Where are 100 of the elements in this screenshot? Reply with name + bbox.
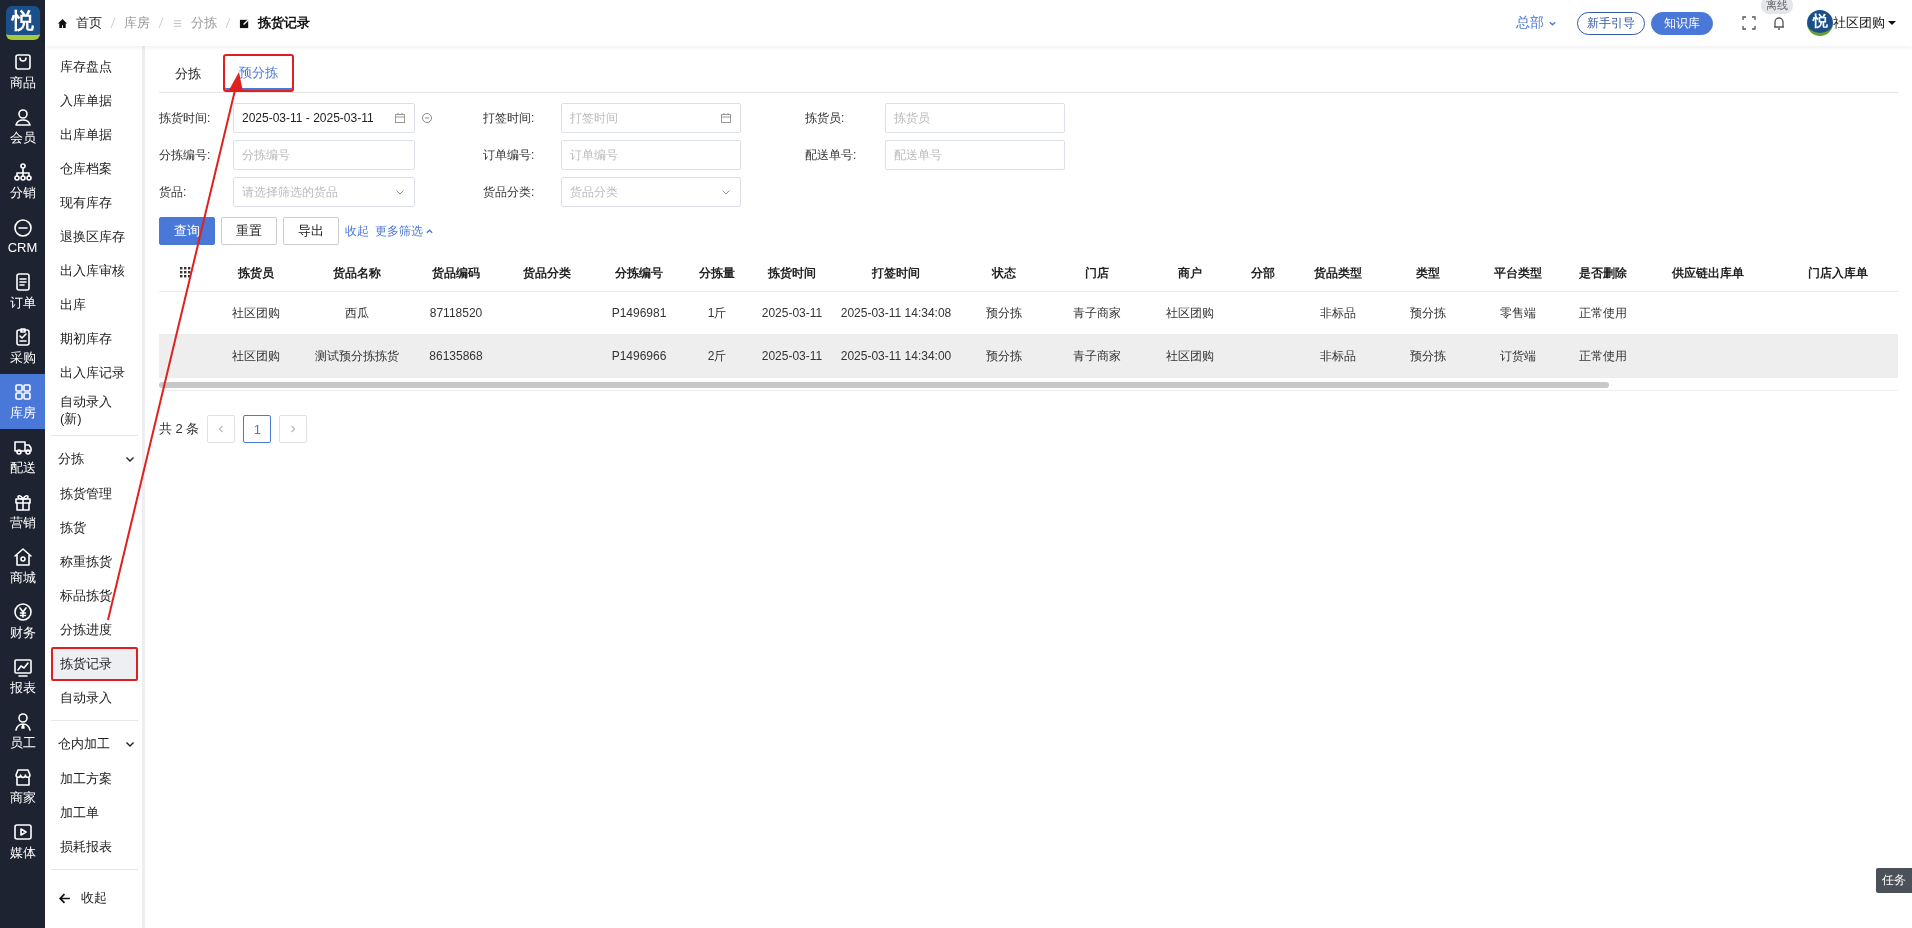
table-cell-text: 预分拣 (985, 304, 1023, 322)
nav-icon (12, 821, 33, 842)
sidebar-group[interactable]: 分拣 (51, 441, 138, 477)
nav-rail-item[interactable]: 采购 (0, 319, 45, 374)
sidebar-item[interactable]: 现有库存 (51, 186, 138, 220)
table-cell-text: 测试预分拣拣货 (314, 347, 400, 365)
sidebar-item[interactable]: 自动录入 (51, 681, 138, 715)
nav-rail-item[interactable]: 分销 (0, 154, 45, 209)
input-field[interactable]: 拣货员 (885, 103, 1065, 133)
nav-rail-item[interactable]: 商家 (0, 759, 45, 814)
input-field[interactable]: 配送单号 (885, 140, 1065, 170)
sidebar-item[interactable]: 拣货管理 (51, 477, 138, 511)
sidebar-item[interactable]: 分拣进度 (51, 613, 138, 647)
user-menu[interactable]: 社区团购 (1833, 14, 1896, 32)
nav-rail-item[interactable]: 商品 (0, 44, 45, 99)
sidebar-item[interactable]: 期初库存 (51, 322, 138, 356)
knowledge-base-button[interactable]: 知识库 (1651, 11, 1713, 35)
sidebar-item[interactable]: 自动录入(新) (51, 390, 138, 430)
nav-rail-item[interactable]: 营销 (0, 484, 45, 539)
page-button[interactable]: 1 (243, 415, 272, 443)
action-button[interactable]: 导出 (283, 217, 339, 245)
column-header: 分拣量 (698, 264, 736, 282)
nav-rail-item[interactable]: 会员 (0, 99, 45, 154)
action-button[interactable]: 查询 (159, 217, 215, 245)
nav-rail-item[interactable]: 员工 (0, 704, 45, 759)
filter-label: 订单编号: (483, 146, 536, 164)
nav-rail-item[interactable]: 报表 (0, 649, 45, 704)
input-field[interactable]: 分拣编号 (233, 140, 415, 170)
table-cell-text: 预分拣 (985, 347, 1023, 365)
tab[interactable]: 分拣 (159, 54, 217, 92)
tab[interactable]: 预分拣 (223, 54, 294, 92)
date-range-field[interactable]: 2025-03-11 - 2025-03-11 (233, 103, 415, 133)
nav-icon (12, 546, 33, 567)
table-cell-text: 87118520 (428, 306, 484, 320)
avatar[interactable]: 悦 (1807, 10, 1833, 36)
select-field[interactable]: 货品分类 (561, 177, 741, 207)
column-header: 状态 (990, 264, 1017, 282)
sidebar-item[interactable]: 加工方案 (51, 762, 138, 796)
date-field[interactable]: 打签时间 (561, 103, 741, 133)
guide-button[interactable]: 新手引导 (1577, 11, 1645, 35)
sidebar-item[interactable]: 出入库审核 (51, 254, 138, 288)
sidebar-item[interactable]: 损耗报表 (51, 830, 138, 864)
table-cell-text: 社区团购 (1165, 347, 1215, 365)
sidebar-item[interactable]: 退换区库存 (51, 220, 138, 254)
nav-rail-item[interactable]: 配送 (0, 429, 45, 484)
table-cell-text: 零售端 (1499, 304, 1537, 322)
collapse-link[interactable]: 收起 (345, 222, 369, 240)
column-header: 门店 (1084, 264, 1110, 282)
logo: 悦 (5, 6, 40, 40)
nav-rail-item[interactable]: 财务 (0, 594, 45, 649)
input-field[interactable]: 订单编号 (561, 140, 741, 170)
column-header: 平台类型 (1493, 264, 1543, 282)
select-field[interactable]: 请选择筛选的货品 (233, 177, 415, 207)
sidebar-item[interactable]: 库存盘点 (51, 50, 138, 84)
action-button[interactable]: 重置 (221, 217, 277, 245)
fullscreen-icon[interactable] (1741, 15, 1757, 31)
nav-rail-item[interactable]: CRM (0, 209, 45, 264)
table-row[interactable]: 社区团购 测试预分拣拣货 86135868 P1496966 2斤 2025-03-11 2025-03-11 14:34:00 预分拣 青子商家 社区团购 非标品 预分拣 订货端 正常使用 (159, 335, 1898, 378)
table-cell-text: 西瓜 (344, 304, 370, 322)
column-header: 货品编码 (431, 264, 481, 282)
sidebar-item[interactable]: 出入库记录 (51, 356, 138, 390)
sidebar-item[interactable]: 仓库档案 (51, 152, 138, 186)
nav-icon (12, 601, 33, 622)
sidebar-item[interactable]: 出库单据 (51, 118, 138, 152)
column-header: 分部 (1250, 264, 1276, 282)
branch-dropdown[interactable]: 总部 (1516, 14, 1557, 32)
scrollbar-thumb[interactable] (159, 382, 1609, 388)
sidebar-item[interactable]: 加工单 (51, 796, 138, 830)
total-count: 共 2 条 (159, 420, 200, 438)
table-cell-text: 非标品 (1319, 347, 1357, 365)
breadcrumb-link[interactable]: 拣货记录 (258, 14, 310, 32)
sidebar-item[interactable]: 拣货 (51, 511, 138, 545)
breadcrumb-link[interactable]: 首页 (76, 14, 102, 32)
task-button[interactable]: 任务 (1876, 868, 1912, 893)
sidebar-item[interactable]: 入库单据 (51, 84, 138, 118)
collapse-button[interactable]: 收起 (51, 875, 138, 921)
nav-rail-item[interactable]: 商城 (0, 539, 45, 594)
nav-icon (12, 161, 33, 182)
table-cell-text: 正常使用 (1578, 347, 1628, 365)
minus-circle-icon[interactable] (421, 112, 433, 124)
nav-rail-item[interactable]: 媒体 (0, 814, 45, 869)
nav-rail-item[interactable]: 库房 (0, 374, 45, 429)
bell-icon[interactable] (1771, 15, 1787, 31)
nav-icon (12, 218, 33, 238)
table-cell-text: 86135868 (428, 349, 484, 363)
column-header: 供应链出库单 (1671, 264, 1745, 282)
sidebar-item[interactable]: 标品拣货 (51, 579, 138, 613)
table-cell-text: 青子商家 (1072, 304, 1122, 322)
more-filters-link[interactable]: 更多筛选 (375, 222, 434, 240)
sidebar-item[interactable]: 出库 (51, 288, 138, 322)
table-cell-text: P1496981 (610, 306, 668, 320)
table-cell-text: 青子商家 (1072, 347, 1122, 365)
column-settings-icon[interactable] (180, 267, 192, 279)
table-cell-text: 社区团购 (231, 347, 281, 365)
sidebar-group[interactable]: 仓内加工 (51, 726, 138, 762)
table-cell-text: 2025-03-11 (760, 349, 824, 363)
column-header: 商户 (1177, 264, 1203, 282)
sidebar-item[interactable]: 称重拣货 (51, 545, 138, 579)
nav-rail-item[interactable]: 订单 (0, 264, 45, 319)
sidebar-item[interactable]: 拣货记录 (51, 647, 138, 681)
